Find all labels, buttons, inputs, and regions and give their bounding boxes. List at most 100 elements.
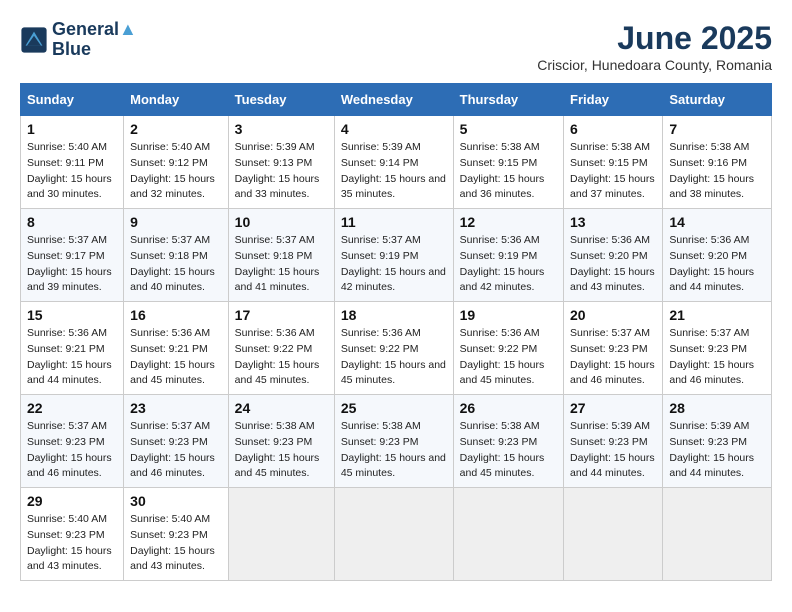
day-info: Sunrise: 5:37 AMSunset: 9:19 PMDaylight:… [341, 234, 446, 293]
logo: General▲ Blue [20, 20, 137, 60]
day-info: Sunrise: 5:38 AMSunset: 9:23 PMDaylight:… [235, 420, 320, 479]
day-number: 21 [669, 307, 765, 323]
day-number: 29 [27, 493, 117, 509]
calendar-cell: 2 Sunrise: 5:40 AMSunset: 9:12 PMDaylight… [124, 116, 229, 209]
calendar-cell: 13 Sunrise: 5:36 AMSunset: 9:20 PMDayligh… [564, 209, 663, 302]
day-number: 11 [341, 214, 447, 230]
day-info: Sunrise: 5:37 AMSunset: 9:18 PMDaylight:… [235, 234, 320, 293]
calendar-cell: 16Sunrise: 5:36 AMSunset: 9:21 PMDayligh… [124, 302, 229, 395]
day-number: 13 [570, 214, 656, 230]
day-number: 6 [570, 121, 656, 137]
calendar-cell: 19 Sunrise: 5:36 AMSunset: 9:22 PMDayligh… [453, 302, 563, 395]
day-number: 9 [130, 214, 222, 230]
day-info: Sunrise: 5:36 AMSunset: 9:19 PMDaylight:… [460, 234, 545, 293]
day-number: 14 [669, 214, 765, 230]
day-info: Sunrise: 5:37 AMSunset: 9:23 PMDaylight:… [130, 420, 215, 479]
day-info: Sunrise: 5:39 AMSunset: 9:23 PMDaylight:… [669, 420, 754, 479]
day-info: Sunrise: 5:39 AMSunset: 9:13 PMDaylight:… [235, 141, 320, 200]
day-info: Sunrise: 5:36 AMSunset: 9:20 PMDaylight:… [669, 234, 754, 293]
calendar-cell: 27Sunrise: 5:39 AMSunset: 9:23 PMDayligh… [564, 395, 663, 488]
calendar-cell: 15 Sunrise: 5:36 AMSunset: 9:21 PMDayligh… [21, 302, 124, 395]
day-number: 23 [130, 400, 222, 416]
calendar-cell: 30Sunrise: 5:40 AMSunset: 9:23 PMDayligh… [124, 488, 229, 581]
day-info: Sunrise: 5:36 AMSunset: 9:20 PMDaylight:… [570, 234, 655, 293]
weekday-header-monday: Monday [124, 84, 229, 116]
day-number: 28 [669, 400, 765, 416]
day-number: 3 [235, 121, 328, 137]
logo-icon [20, 26, 48, 54]
calendar-cell [453, 488, 563, 581]
calendar-row-0: 1 Sunrise: 5:40 AMSunset: 9:11 PMDaylight… [21, 116, 772, 209]
calendar-cell [564, 488, 663, 581]
calendar-cell: 28 Sunrise: 5:39 AMSunset: 9:23 PMDayligh… [663, 395, 772, 488]
calendar-cell: 17 Sunrise: 5:36 AMSunset: 9:22 PMDayligh… [228, 302, 334, 395]
calendar-cell: 20 Sunrise: 5:37 AMSunset: 9:23 PMDayligh… [564, 302, 663, 395]
weekday-header-wednesday: Wednesday [334, 84, 453, 116]
day-info: Sunrise: 5:36 AMSunset: 9:22 PMDaylight:… [460, 327, 545, 386]
calendar-cell: 21 Sunrise: 5:37 AMSunset: 9:23 PMDayligh… [663, 302, 772, 395]
day-info: Sunrise: 5:36 AMSunset: 9:22 PMDaylight:… [235, 327, 320, 386]
calendar-cell: 6 Sunrise: 5:38 AMSunset: 9:15 PMDaylight… [564, 116, 663, 209]
day-number: 2 [130, 121, 222, 137]
day-number: 27 [570, 400, 656, 416]
day-info: Sunrise: 5:38 AMSunset: 9:15 PMDaylight:… [570, 141, 655, 200]
day-info: Sunrise: 5:37 AMSunset: 9:18 PMDaylight:… [130, 234, 215, 293]
day-number: 1 [27, 121, 117, 137]
calendar-row-4: 29Sunrise: 5:40 AMSunset: 9:23 PMDayligh… [21, 488, 772, 581]
day-info: Sunrise: 5:37 AMSunset: 9:23 PMDaylight:… [570, 327, 655, 386]
calendar-cell: 7Sunrise: 5:38 AMSunset: 9:16 PMDaylight… [663, 116, 772, 209]
day-info: Sunrise: 5:36 AMSunset: 9:22 PMDaylight:… [341, 327, 446, 386]
weekday-header-saturday: Saturday [663, 84, 772, 116]
calendar-cell [663, 488, 772, 581]
day-number: 12 [460, 214, 557, 230]
calendar-cell: 11 Sunrise: 5:37 AMSunset: 9:19 PMDayligh… [334, 209, 453, 302]
calendar-cell: 5Sunrise: 5:38 AMSunset: 9:15 PMDaylight… [453, 116, 563, 209]
day-info: Sunrise: 5:40 AMSunset: 9:12 PMDaylight:… [130, 141, 215, 200]
main-title: June 2025 [537, 20, 772, 57]
day-number: 20 [570, 307, 656, 323]
calendar-cell: 10Sunrise: 5:37 AMSunset: 9:18 PMDayligh… [228, 209, 334, 302]
day-number: 17 [235, 307, 328, 323]
day-info: Sunrise: 5:36 AMSunset: 9:21 PMDaylight:… [27, 327, 112, 386]
calendar-cell: 8 Sunrise: 5:37 AMSunset: 9:17 PMDaylight… [21, 209, 124, 302]
day-number: 15 [27, 307, 117, 323]
calendar-cell: 22 Sunrise: 5:37 AMSunset: 9:23 PMDayligh… [21, 395, 124, 488]
day-number: 4 [341, 121, 447, 137]
day-number: 26 [460, 400, 557, 416]
day-info: Sunrise: 5:37 AMSunset: 9:17 PMDaylight:… [27, 234, 112, 293]
calendar-cell: 24 Sunrise: 5:38 AMSunset: 9:23 PMDayligh… [228, 395, 334, 488]
calendar-cell: 26Sunrise: 5:38 AMSunset: 9:23 PMDayligh… [453, 395, 563, 488]
subtitle: Criscior, Hunedoara County, Romania [537, 57, 772, 73]
day-info: Sunrise: 5:37 AMSunset: 9:23 PMDaylight:… [669, 327, 754, 386]
day-number: 30 [130, 493, 222, 509]
day-number: 19 [460, 307, 557, 323]
day-number: 25 [341, 400, 447, 416]
day-number: 16 [130, 307, 222, 323]
day-number: 8 [27, 214, 117, 230]
title-area: June 2025 Criscior, Hunedoara County, Ro… [537, 20, 772, 73]
weekday-header-tuesday: Tuesday [228, 84, 334, 116]
calendar-cell: 29Sunrise: 5:40 AMSunset: 9:23 PMDayligh… [21, 488, 124, 581]
day-number: 22 [27, 400, 117, 416]
calendar-cell [228, 488, 334, 581]
day-info: Sunrise: 5:38 AMSunset: 9:16 PMDaylight:… [669, 141, 754, 200]
day-number: 24 [235, 400, 328, 416]
calendar-cell: 25 Sunrise: 5:38 AMSunset: 9:23 PMDayligh… [334, 395, 453, 488]
calendar-table: SundayMondayTuesdayWednesdayThursdayFrid… [20, 83, 772, 581]
day-info: Sunrise: 5:40 AMSunset: 9:11 PMDaylight:… [27, 141, 112, 200]
calendar-cell: 23 Sunrise: 5:37 AMSunset: 9:23 PMDayligh… [124, 395, 229, 488]
logo-text: General▲ Blue [52, 20, 137, 60]
calendar-cell [334, 488, 453, 581]
calendar-cell: 9 Sunrise: 5:37 AMSunset: 9:18 PMDaylight… [124, 209, 229, 302]
header: General▲ Blue June 2025 Criscior, Hunedo… [20, 20, 772, 73]
calendar-row-2: 15 Sunrise: 5:36 AMSunset: 9:21 PMDayligh… [21, 302, 772, 395]
day-info: Sunrise: 5:38 AMSunset: 9:15 PMDaylight:… [460, 141, 545, 200]
calendar-cell: 3 Sunrise: 5:39 AMSunset: 9:13 PMDaylight… [228, 116, 334, 209]
day-info: Sunrise: 5:37 AMSunset: 9:23 PMDaylight:… [27, 420, 112, 479]
weekday-header-friday: Friday [564, 84, 663, 116]
calendar-cell: 1 Sunrise: 5:40 AMSunset: 9:11 PMDaylight… [21, 116, 124, 209]
calendar-cell: 14 Sunrise: 5:36 AMSunset: 9:20 PMDayligh… [663, 209, 772, 302]
weekday-header-thursday: Thursday [453, 84, 563, 116]
day-info: Sunrise: 5:39 AMSunset: 9:14 PMDaylight:… [341, 141, 446, 200]
day-info: Sunrise: 5:38 AMSunset: 9:23 PMDaylight:… [341, 420, 446, 479]
